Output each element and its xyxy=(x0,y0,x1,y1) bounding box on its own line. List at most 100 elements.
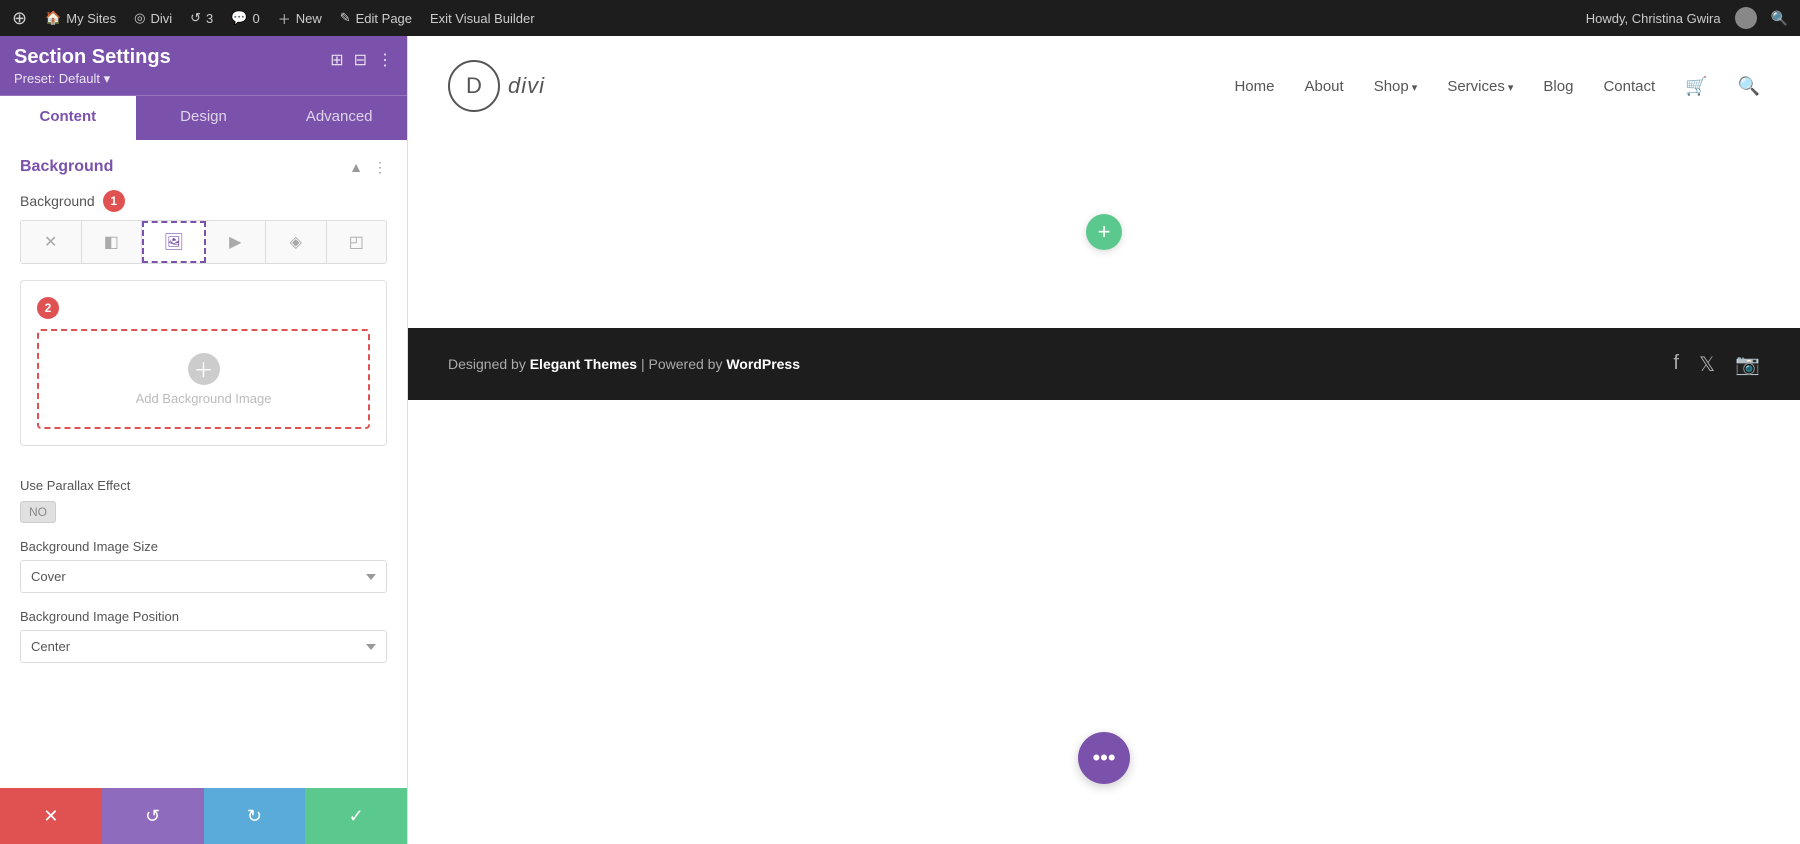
undo-button[interactable]: ↺ xyxy=(102,788,204,844)
bg-type-color[interactable]: ◧ xyxy=(82,221,143,263)
layout-icon[interactable]: ⊟ xyxy=(354,50,367,70)
tab-content[interactable]: Content xyxy=(0,96,136,140)
upload-label: Add Background Image xyxy=(136,391,272,406)
bg-color-icon: ◧ xyxy=(104,232,119,252)
site-footer: Designed by Elegant Themes | Powered by … xyxy=(408,328,1800,400)
bg-image-icon: 🖼 xyxy=(164,232,184,252)
admin-bar: ⊕ 🏠 My Sites ◎ Divi ↺ 3 💬 0 ＋ New ✎ Edit… xyxy=(0,0,1800,36)
new-icon: ＋ xyxy=(278,9,291,28)
image-position-field: Background Image Position Center Top Lef… xyxy=(20,609,387,663)
step-2-badge: 2 xyxy=(37,297,59,319)
bg-type-mask[interactable]: ◰ xyxy=(327,221,387,263)
divi-link[interactable]: ◎ Divi xyxy=(134,10,172,26)
section-settings-panel: Section Settings Preset: Default ▾ ⊞ ⊟ ⋮… xyxy=(0,36,408,844)
nav-services[interactable]: Services xyxy=(1447,78,1513,95)
nav-contact[interactable]: Contact xyxy=(1603,78,1655,95)
panel-content: Background ▲ ⋮ Background 1 ✕ xyxy=(0,140,407,844)
background-type-buttons: ✕ ◧ 🖼 ▶ ◈ ◰ xyxy=(20,220,387,264)
edit-icon: ✎ xyxy=(340,10,351,26)
image-position-select[interactable]: Center Top Left Top Center Top Right Cen… xyxy=(20,630,387,663)
add-background-image-button[interactable]: ＋ Add Background Image xyxy=(37,329,370,429)
counter-icon: ↺ xyxy=(190,10,201,26)
site-nav: Home About Shop Services Blog Contact 🛒 … xyxy=(1234,76,1760,97)
tab-design[interactable]: Design xyxy=(136,96,272,140)
wp-logo-icon[interactable]: ⊕ xyxy=(12,8,27,29)
footer-brand2: WordPress xyxy=(726,356,800,372)
footer-social: f 𝕏 📷 xyxy=(1673,352,1760,377)
section-more-icon[interactable]: ⋮ xyxy=(373,159,387,176)
add-section-button[interactable]: + xyxy=(1086,214,1122,250)
instagram-icon[interactable]: 📷 xyxy=(1735,352,1760,377)
background-section-title: Background xyxy=(20,158,113,176)
user-avatar xyxy=(1735,7,1757,29)
panel-header-icons: ⊞ ⊟ ⋮ xyxy=(330,50,393,70)
step-1-badge: 1 xyxy=(103,190,125,212)
footer-brand1: Elegant Themes xyxy=(530,356,637,372)
parallax-toggle-row: NO xyxy=(20,501,387,523)
cancel-button[interactable]: ✕ xyxy=(0,788,102,844)
facebook-icon[interactable]: f xyxy=(1673,352,1679,377)
admin-bar-right: Howdy, Christina Gwira 🔍 xyxy=(1586,7,1788,29)
exit-builder-link[interactable]: Exit Visual Builder xyxy=(430,11,535,26)
preset-label[interactable]: Preset: Default ▾ xyxy=(14,71,171,87)
tab-advanced[interactable]: Advanced xyxy=(271,96,407,140)
parallax-section: Use Parallax Effect NO xyxy=(0,462,407,523)
lower-section: ••• xyxy=(408,400,1800,844)
resize-icon[interactable]: ⊞ xyxy=(330,50,343,70)
nav-about[interactable]: About xyxy=(1304,78,1343,95)
new-link[interactable]: ＋ New xyxy=(278,9,322,28)
my-sites-icon: 🏠 xyxy=(45,10,61,26)
admin-search-icon[interactable]: 🔍 xyxy=(1771,10,1788,27)
image-position-label: Background Image Position xyxy=(20,609,387,624)
image-size-label: Background Image Size xyxy=(20,539,387,554)
background-section: Background ▲ ⋮ Background 1 ✕ xyxy=(0,140,407,446)
cart-icon[interactable]: 🛒 xyxy=(1685,76,1707,97)
site-logo: D divi xyxy=(448,60,545,112)
panel-title: Section Settings xyxy=(14,46,171,69)
bg-mask-icon: ◰ xyxy=(349,232,364,252)
image-upload-container: 2 ＋ Add Background Image xyxy=(20,280,387,446)
bg-type-video[interactable]: ▶ xyxy=(206,221,267,263)
parallax-toggle[interactable]: NO xyxy=(20,501,56,523)
howdy-text: Howdy, Christina Gwira xyxy=(1586,11,1721,26)
action-bar: ✕ ↺ ↻ ✓ xyxy=(0,788,407,844)
edit-page-link[interactable]: ✎ Edit Page xyxy=(340,10,412,26)
image-size-select[interactable]: Cover Contain Auto xyxy=(20,560,387,593)
logo-circle: D xyxy=(448,60,500,112)
empty-section: + xyxy=(408,136,1800,328)
save-button[interactable]: ✓ xyxy=(305,788,407,844)
panel-tabs: Content Design Advanced xyxy=(0,95,407,140)
background-section-header: Background ▲ ⋮ xyxy=(20,158,387,176)
bg-type-pattern[interactable]: ◈ xyxy=(266,221,327,263)
redo-button[interactable]: ↻ xyxy=(204,788,306,844)
panel-title-area: Section Settings Preset: Default ▾ xyxy=(14,46,171,87)
twitter-icon[interactable]: 𝕏 xyxy=(1699,352,1715,377)
floating-options-button[interactable]: ••• xyxy=(1078,732,1130,784)
my-sites-link[interactable]: 🏠 My Sites xyxy=(45,10,116,26)
nav-shop[interactable]: Shop xyxy=(1374,78,1418,95)
bg-type-none[interactable]: ✕ xyxy=(21,221,82,263)
bg-pattern-icon: ◈ xyxy=(290,232,302,252)
background-label-row: Background 1 xyxy=(20,190,387,212)
panel-header: Section Settings Preset: Default ▾ ⊞ ⊟ ⋮ xyxy=(0,36,407,95)
collapse-icon[interactable]: ▲ xyxy=(349,159,363,175)
section-header-icons: ▲ ⋮ xyxy=(349,159,387,176)
image-size-field: Background Image Size Cover Contain Auto xyxy=(20,539,387,593)
nav-home[interactable]: Home xyxy=(1234,78,1274,95)
nav-blog[interactable]: Blog xyxy=(1543,78,1573,95)
bg-video-icon: ▶ xyxy=(229,232,241,252)
more-options-icon[interactable]: ⋮ xyxy=(377,50,393,70)
logo-text: divi xyxy=(508,73,545,99)
main-layout: Section Settings Preset: Default ▾ ⊞ ⊟ ⋮… xyxy=(0,36,1800,844)
parallax-label: Use Parallax Effect xyxy=(20,478,387,493)
site-header: D divi Home About Shop Services Blog Con… xyxy=(408,36,1800,136)
site-search-icon[interactable]: 🔍 xyxy=(1738,76,1760,97)
divi-icon: ◎ xyxy=(134,10,145,26)
comments-link[interactable]: 💬 0 xyxy=(231,10,259,26)
counter-link[interactable]: ↺ 3 xyxy=(190,10,213,26)
add-image-plus-icon: ＋ xyxy=(188,353,220,385)
footer-text: Designed by Elegant Themes | Powered by … xyxy=(448,356,800,372)
bg-type-image[interactable]: 🖼 xyxy=(142,221,206,263)
website-preview: D divi Home About Shop Services Blog Con… xyxy=(408,36,1800,844)
comments-icon: 💬 xyxy=(231,10,247,26)
